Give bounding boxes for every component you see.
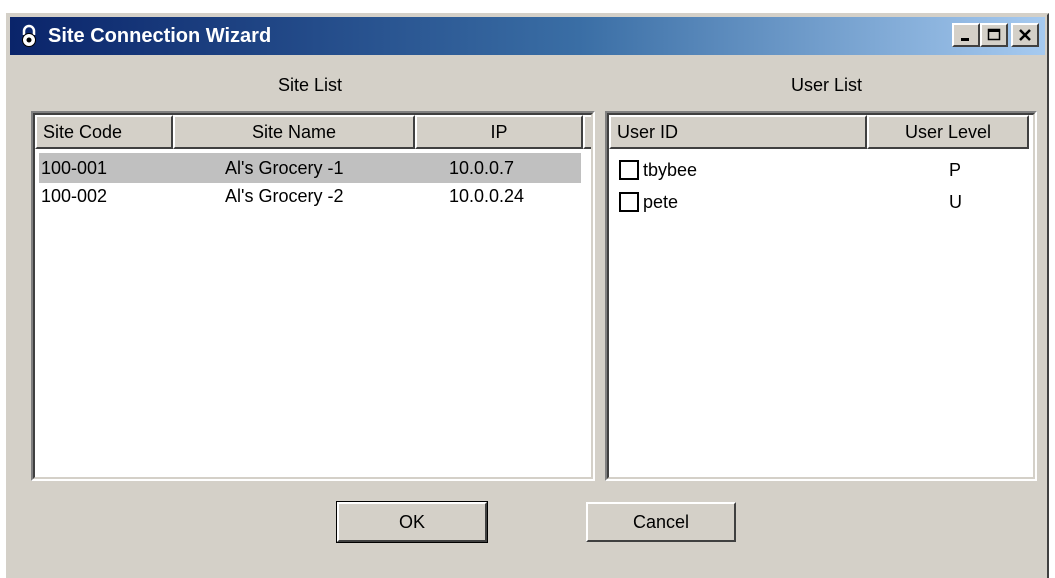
user-level-cell: P <box>949 159 962 180</box>
close-icon <box>1019 29 1031 41</box>
close-button[interactable] <box>1011 23 1039 47</box>
list-item[interactable]: tbybee P <box>609 155 1019 185</box>
site-list-title: Site List <box>278 75 343 95</box>
user-checkbox[interactable] <box>619 192 639 212</box>
column-header-user-level[interactable]: User Level <box>867 115 1029 149</box>
dialog-window: Site Connection Wizard Site List Site Co… <box>6 13 1049 578</box>
lock-icon <box>18 22 40 50</box>
table-row[interactable]: 100-002 Al's Grocery -2 10.0.0.24 <box>39 181 581 211</box>
list-item[interactable]: pete U <box>609 187 1019 217</box>
site-list-view[interactable]: Site Code Site Name IP 100-001 Al's Groc… <box>31 111 595 481</box>
minimize-icon <box>961 38 969 41</box>
site-name-cell: Al's Grocery -2 <box>225 185 344 206</box>
user-list-view[interactable]: User ID User Level tbybee P pete U <box>605 111 1037 481</box>
user-checkbox[interactable] <box>619 160 639 180</box>
column-header-filler <box>583 115 591 149</box>
cancel-button[interactable]: Cancel <box>586 502 736 542</box>
title-bar[interactable]: Site Connection Wizard <box>10 17 1045 55</box>
column-header-ip[interactable]: IP <box>415 115 583 149</box>
user-id-cell: pete <box>643 191 679 212</box>
column-header-site-name[interactable]: Site Name <box>173 115 415 149</box>
minimize-button[interactable] <box>952 23 980 47</box>
window-title: Site Connection Wizard <box>48 24 272 47</box>
site-name-cell: Al's Grocery -1 <box>225 157 344 178</box>
user-level-cell: U <box>949 191 962 212</box>
table-row[interactable]: 100-001 Al's Grocery -1 10.0.0.7 <box>39 153 581 183</box>
user-list-title: User List <box>791 75 863 95</box>
ip-cell: 10.0.0.7 <box>449 157 515 178</box>
column-header-user-id[interactable]: User ID <box>609 115 867 149</box>
ok-button[interactable]: OK <box>336 501 488 543</box>
column-header-site-code[interactable]: Site Code <box>35 115 173 149</box>
maximize-button[interactable] <box>980 23 1008 47</box>
maximize-icon <box>987 28 1001 41</box>
site-code-cell: 100-001 <box>41 157 108 178</box>
ip-cell: 10.0.0.24 <box>449 185 525 206</box>
user-id-cell: tbybee <box>643 159 698 180</box>
site-code-cell: 100-002 <box>41 185 108 206</box>
